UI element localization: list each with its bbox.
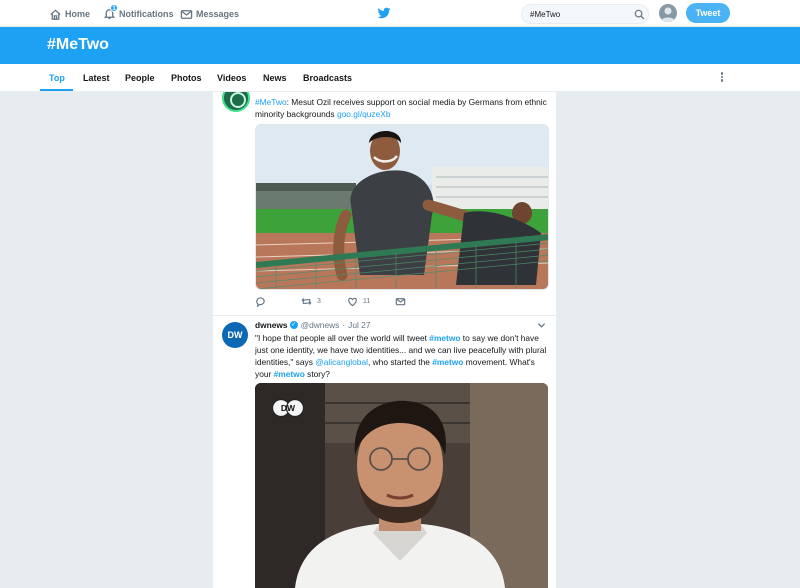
tab-people[interactable]: People <box>125 73 155 83</box>
tweet-actions: 3 11 <box>255 296 475 310</box>
article-link[interactable]: goo.gl/quzeXb <box>337 109 391 119</box>
direct-message-button[interactable] <box>395 296 411 307</box>
search-tabs: Top Latest People Photos Videos News Bro… <box>0 64 800 92</box>
home-icon <box>50 8 61 20</box>
search-input[interactable] <box>530 7 630 21</box>
author-name[interactable]: dwnews <box>255 320 288 330</box>
reply-button[interactable] <box>255 296 271 307</box>
hashtag-link[interactable]: #metwo <box>432 357 463 367</box>
tweet-body: , who started the <box>367 357 433 367</box>
tweet-video[interactable]: DW <box>255 383 548 588</box>
active-tab-indicator <box>40 89 73 91</box>
tweet-body: story? <box>304 369 330 379</box>
tweet-date[interactable]: Jul 27 <box>348 320 370 330</box>
heart-icon <box>348 297 357 307</box>
tab-broadcasts[interactable]: Broadcasts <box>303 73 352 83</box>
tweet-body: : Mesut Ozil receives support on social … <box>255 97 547 119</box>
top-navigation-bar: Home 1 Notifications Messages Tweet <box>0 0 800 27</box>
retweet-button[interactable]: 3 <box>301 296 321 307</box>
tab-videos[interactable]: Videos <box>217 73 246 83</box>
tab-latest[interactable]: Latest <box>83 73 110 83</box>
tweet-header: dwnews ✓ @dwnews · Jul 27 <box>255 320 371 330</box>
mention-link[interactable]: @alicanglobal <box>315 357 368 367</box>
hashtag-link[interactable]: #metwo <box>429 333 460 343</box>
football-training-photo <box>256 125 548 289</box>
reply-icon <box>256 297 265 307</box>
notification-count-badge: 1 <box>110 3 118 12</box>
tweet-button[interactable]: Tweet <box>686 3 730 23</box>
tweet-divider <box>213 315 556 316</box>
default-avatar-icon <box>661 7 675 22</box>
more-vertical-icon[interactable] <box>719 72 725 84</box>
dwnews-avatar[interactable]: DW <box>222 322 248 348</box>
tweet-body: "I hope that people all over the world w… <box>255 333 430 343</box>
envelope-icon <box>180 9 193 19</box>
dw-logo-text: DW <box>281 403 296 413</box>
tweet-author-avatar[interactable] <box>222 92 250 112</box>
tab-news[interactable]: News <box>263 73 287 83</box>
hashtag-link[interactable]: #MeTwo <box>255 97 287 107</box>
author-handle[interactable]: @dwnews <box>301 320 340 330</box>
like-button[interactable]: 11 <box>347 296 370 307</box>
nav-notifications[interactable]: 1 Notifications <box>103 3 174 22</box>
direct-message-icon <box>395 298 406 306</box>
tweet-text: #MeTwo: Mesut Ozil receives support on s… <box>255 96 550 120</box>
nav-messages[interactable]: Messages <box>180 6 239 22</box>
nav-notifications-label: Notifications <box>119 9 174 19</box>
header-separator: · <box>342 320 346 330</box>
search-header-banner: #MeTwo <box>0 27 800 64</box>
retweet-count: 3 <box>317 298 321 305</box>
page-title: #MeTwo <box>47 36 109 53</box>
nav-home-label: Home <box>65 9 91 19</box>
twitter-bird-icon[interactable] <box>377 6 391 20</box>
like-count: 11 <box>363 298 371 305</box>
tweet-text: "I hope that people all over the world w… <box>255 332 549 380</box>
retweet-icon <box>301 298 312 305</box>
search-box[interactable] <box>521 4 649 24</box>
tab-photos[interactable]: Photos <box>171 73 202 83</box>
hashtag-link[interactable]: #metwo <box>274 369 305 379</box>
timeline: #MeTwo: Mesut Ozil receives support on s… <box>213 92 556 588</box>
user-avatar[interactable] <box>659 4 677 22</box>
nav-messages-label: Messages <box>196 9 240 19</box>
tab-top[interactable]: Top <box>49 73 65 83</box>
chevron-down-icon[interactable] <box>537 321 546 330</box>
verified-badge-icon: ✓ <box>289 321 298 329</box>
search-icon[interactable] <box>634 9 645 20</box>
tweet-photo[interactable] <box>255 124 549 290</box>
dw-logo: DW <box>271 398 305 418</box>
nav-home[interactable]: Home <box>49 6 90 22</box>
